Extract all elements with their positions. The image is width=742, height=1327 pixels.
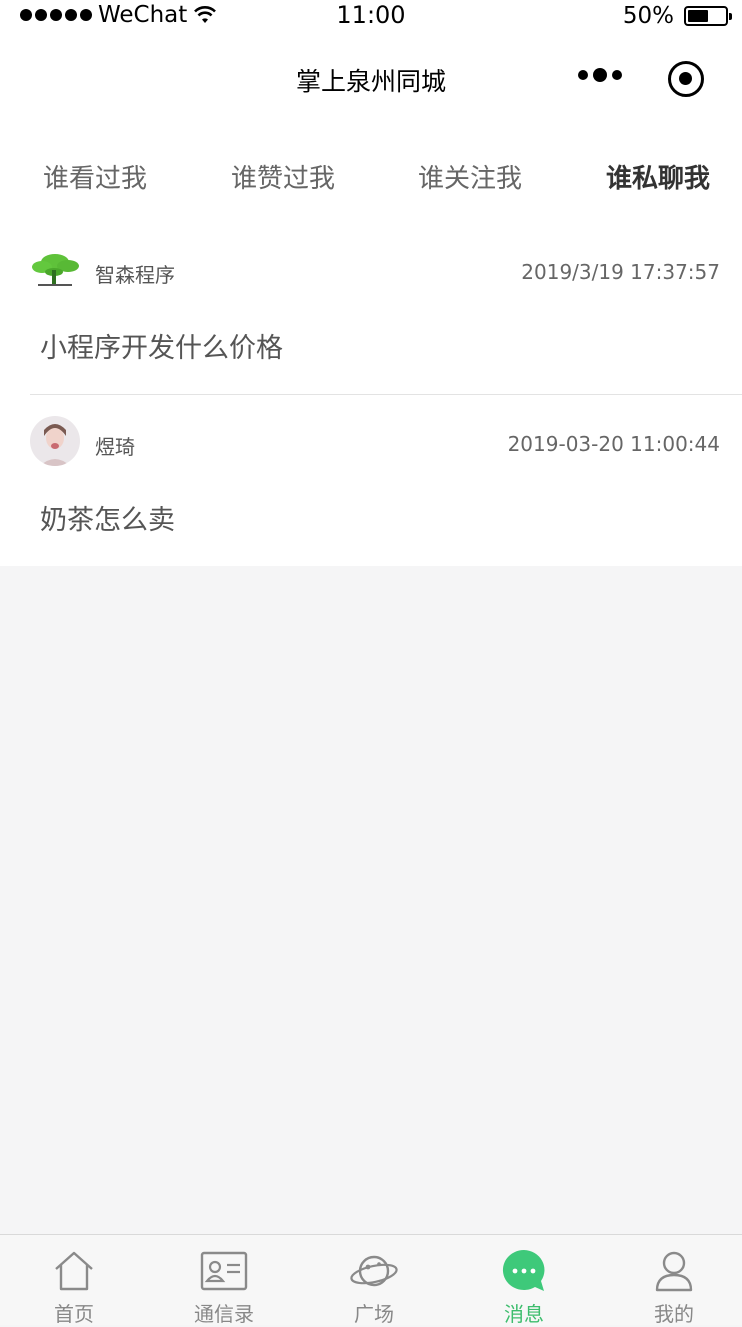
message-item[interactable]: 智森程序 2019/3/19 17:37:57 小程序开发什么价格 bbox=[0, 228, 742, 398]
sender-name: 煜琦 bbox=[95, 435, 135, 459]
planet-icon bbox=[350, 1255, 398, 1287]
more-dots-icon[interactable] bbox=[578, 68, 622, 82]
bottom-tab-bar: 首页 通信录 广场 消息 我的 bbox=[0, 1234, 742, 1326]
home-icon bbox=[55, 1251, 93, 1291]
user-icon bbox=[655, 1251, 693, 1292]
tabbar-item-mine[interactable]: 我的 bbox=[600, 1235, 742, 1326]
chat-bubble-icon bbox=[502, 1249, 545, 1291]
message-item[interactable]: 煜琦 2019-03-20 11:00:44 奶茶怎么卖 bbox=[0, 396, 742, 566]
tabbar-item-messages[interactable]: 消息 bbox=[450, 1235, 598, 1326]
tabbar-label: 首页 bbox=[54, 1302, 94, 1326]
person-photo-avatar bbox=[30, 416, 80, 466]
message-time: 2019-03-20 11:00:44 bbox=[507, 432, 720, 456]
divider bbox=[30, 394, 742, 395]
page-title: 掌上泉州同城 bbox=[295, 67, 446, 96]
tabbar-item-square[interactable]: 广场 bbox=[300, 1235, 448, 1326]
status-bar: WeChat 11:00 50% bbox=[0, 0, 742, 34]
contact-card-icon bbox=[200, 1251, 248, 1291]
tabbar-label: 消息 bbox=[504, 1302, 544, 1326]
tabbar-label: 广场 bbox=[354, 1302, 394, 1326]
filter-tabs: 谁看过我 谁赞过我 谁关注我 谁私聊我 bbox=[0, 124, 742, 228]
message-list: 智森程序 2019/3/19 17:37:57 小程序开发什么价格 煜琦 201… bbox=[0, 228, 742, 566]
message-text: 奶茶怎么卖 bbox=[40, 505, 175, 536]
tab-private-chat[interactable]: 谁私聊我 bbox=[606, 158, 710, 195]
tab-viewed-me[interactable]: 谁看过我 bbox=[43, 158, 147, 195]
navigation-bar: 掌上泉州同城 bbox=[0, 34, 742, 124]
tabbar-item-contacts[interactable]: 通信录 bbox=[150, 1235, 298, 1326]
tab-liked-me[interactable]: 谁赞过我 bbox=[231, 158, 335, 195]
tabbar-item-home[interactable]: 首页 bbox=[0, 1235, 148, 1326]
message-text: 小程序开发什么价格 bbox=[40, 333, 283, 364]
tree-logo-avatar bbox=[30, 246, 80, 296]
battery-icon bbox=[684, 6, 732, 26]
target-circle-icon[interactable] bbox=[668, 61, 704, 97]
tabbar-label: 通信录 bbox=[194, 1302, 254, 1326]
tab-followed-me[interactable]: 谁关注我 bbox=[418, 158, 522, 195]
tabbar-label: 我的 bbox=[654, 1302, 694, 1326]
sender-name: 智森程序 bbox=[95, 263, 175, 287]
battery-percent: 50% bbox=[622, 3, 674, 29]
battery-status: 50% bbox=[622, 3, 732, 29]
message-time: 2019/3/19 17:37:57 bbox=[521, 260, 720, 284]
